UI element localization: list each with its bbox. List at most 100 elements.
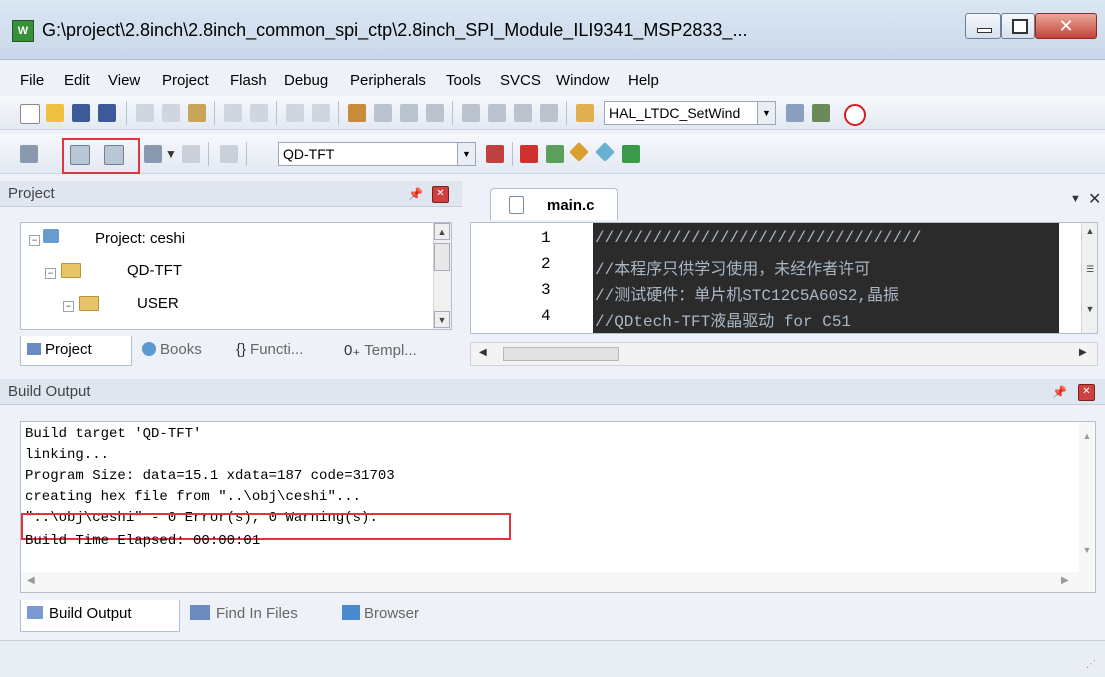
translate-icon[interactable] bbox=[20, 145, 38, 163]
download-icon[interactable] bbox=[220, 145, 238, 163]
tab-find-in-files[interactable]: Find In Files bbox=[184, 600, 304, 630]
menu-project[interactable]: Project bbox=[162, 72, 209, 89]
debug-session-icon[interactable] bbox=[812, 104, 830, 122]
scroll-up-icon[interactable]: ▲ bbox=[1079, 428, 1095, 445]
pack-installer-icon[interactable] bbox=[595, 142, 615, 162]
minimize-button[interactable] bbox=[965, 13, 1001, 39]
log-vscrollbar[interactable]: ▲ ▼ bbox=[1079, 422, 1095, 572]
build-output-log[interactable]: Build target 'QD-TFT' linking... Program… bbox=[20, 421, 1096, 593]
editor-vscrollbar[interactable]: ▲ ☰ ▼ bbox=[1081, 223, 1097, 333]
stop-build-icon[interactable] bbox=[182, 145, 200, 163]
incremental-find-icon[interactable] bbox=[786, 104, 804, 122]
collapse-toggle[interactable]: − bbox=[63, 301, 74, 312]
scroll-thumb[interactable] bbox=[434, 243, 450, 271]
tree-scrollbar[interactable]: ▲ ▼ bbox=[433, 223, 451, 329]
manage-project-items-icon[interactable] bbox=[546, 145, 564, 163]
close-button[interactable]: ✕ bbox=[1035, 13, 1097, 39]
tab-browser[interactable]: Browser bbox=[336, 600, 425, 630]
log-line: Build Time Elapsed: 00:00:01 bbox=[25, 533, 261, 549]
editor-hscrollbar[interactable]: ◀ ▶ bbox=[470, 342, 1098, 366]
chevron-down-icon[interactable]: ▼ bbox=[757, 102, 775, 124]
menu-peripherals[interactable]: Peripherals bbox=[350, 72, 426, 89]
title-bar[interactable]: W G:\project\2.8inch\2.8inch_common_spi_… bbox=[0, 0, 1105, 60]
code-line: //本程序只供学习使用，未经作者许可 bbox=[595, 261, 871, 279]
scroll-up-icon[interactable]: ▲ bbox=[1082, 223, 1097, 240]
chevron-down-icon[interactable]: ▼ bbox=[1070, 193, 1081, 205]
split-icon[interactable]: ☰ bbox=[1082, 261, 1097, 278]
next-bookmark-icon[interactable] bbox=[400, 104, 418, 122]
find-in-files-icon[interactable] bbox=[576, 104, 594, 122]
copy-icon[interactable] bbox=[162, 104, 180, 122]
magnify-icon[interactable] bbox=[844, 104, 866, 126]
pin-icon[interactable]: 📌 bbox=[408, 187, 423, 201]
scroll-down-icon[interactable]: ▼ bbox=[1082, 301, 1097, 318]
save-icon[interactable] bbox=[72, 104, 90, 122]
scroll-left-icon[interactable]: ◀ bbox=[27, 575, 35, 586]
scroll-left-icon[interactable]: ◀ bbox=[479, 347, 487, 358]
open-file-icon[interactable] bbox=[46, 104, 64, 122]
tab-build-output[interactable]: Build Output bbox=[20, 600, 180, 632]
close-panel-icon[interactable]: ✕ bbox=[432, 186, 449, 203]
clear-bookmarks-icon[interactable] bbox=[426, 104, 444, 122]
tab-project[interactable]: Project bbox=[20, 336, 132, 366]
paste-icon[interactable] bbox=[188, 104, 206, 122]
code-editor[interactable]: 1 2 3 4 ////////////////////////////////… bbox=[470, 222, 1098, 334]
chevron-down-icon[interactable]: ▼ bbox=[457, 143, 475, 165]
chevron-down-icon[interactable]: ▼ bbox=[165, 147, 177, 161]
new-file-icon[interactable] bbox=[20, 104, 40, 124]
bookmark-icon[interactable] bbox=[348, 104, 366, 122]
log-hscrollbar[interactable]: ◀ ▶ bbox=[21, 572, 1095, 592]
menu-help[interactable]: Help bbox=[628, 72, 659, 89]
target-options-icon[interactable] bbox=[486, 145, 504, 163]
cut-icon[interactable] bbox=[136, 104, 154, 122]
collapse-toggle[interactable]: − bbox=[45, 268, 56, 279]
menu-window[interactable]: Window bbox=[556, 72, 609, 89]
menu-file[interactable]: File bbox=[20, 72, 44, 89]
tree-item-user[interactable]: USER bbox=[137, 295, 179, 312]
scroll-thumb[interactable] bbox=[503, 347, 619, 361]
menu-debug[interactable]: Debug bbox=[284, 72, 328, 89]
tab-functions[interactable]: {} Functi... bbox=[230, 336, 309, 366]
scroll-up-icon[interactable]: ▲ bbox=[434, 223, 450, 240]
navigate-forward-icon[interactable] bbox=[312, 104, 330, 122]
pin-icon[interactable]: 📌 bbox=[1052, 385, 1067, 399]
tree-item-target[interactable]: QD-TFT bbox=[127, 262, 182, 279]
navigate-back-icon[interactable] bbox=[286, 104, 304, 122]
line-number: 3 bbox=[541, 281, 551, 299]
select-packs-icon[interactable] bbox=[569, 142, 589, 162]
close-icon[interactable]: ✕ bbox=[1088, 189, 1101, 209]
unindent-icon[interactable] bbox=[488, 104, 506, 122]
undo-icon[interactable] bbox=[224, 104, 242, 122]
tab-main-c[interactable]: main.c bbox=[490, 188, 618, 220]
menu-flash[interactable]: Flash bbox=[230, 72, 267, 89]
scroll-right-icon[interactable]: ▶ bbox=[1061, 575, 1069, 586]
prev-bookmark-icon[interactable] bbox=[374, 104, 392, 122]
menu-svcs[interactable]: SVCS bbox=[500, 72, 541, 89]
menu-edit[interactable]: Edit bbox=[64, 72, 90, 89]
find-combo[interactable]: HAL_LTDC_SetWind ▼ bbox=[604, 101, 776, 125]
tab-books[interactable]: Books bbox=[136, 336, 208, 366]
collapse-toggle[interactable]: − bbox=[29, 235, 40, 246]
maximize-button[interactable] bbox=[1001, 13, 1035, 39]
project-panel-header: Project bbox=[0, 181, 462, 207]
uncomment-icon[interactable] bbox=[540, 104, 558, 122]
redo-icon[interactable] bbox=[250, 104, 268, 122]
run-time-environment-icon[interactable] bbox=[622, 145, 640, 163]
scroll-down-icon[interactable]: ▼ bbox=[434, 311, 450, 328]
close-panel-icon[interactable]: ✕ bbox=[1078, 384, 1095, 401]
tab-templates[interactable]: 0₊ Templ... bbox=[338, 336, 423, 366]
comment-icon[interactable] bbox=[514, 104, 532, 122]
indent-icon[interactable] bbox=[462, 104, 480, 122]
scroll-right-icon[interactable]: ▶ bbox=[1079, 347, 1087, 358]
batch-build-icon[interactable] bbox=[144, 145, 162, 163]
menu-tools[interactable]: Tools bbox=[446, 72, 481, 89]
scroll-down-icon[interactable]: ▼ bbox=[1079, 542, 1095, 559]
tree-item-project[interactable]: Project: ceshi bbox=[95, 230, 185, 247]
resize-grip-icon[interactable]: ⋰ bbox=[1086, 659, 1096, 670]
save-all-icon[interactable] bbox=[98, 104, 116, 122]
manage-components-icon[interactable] bbox=[520, 145, 538, 163]
project-tree[interactable]: − Project: ceshi − QD-TFT − USER ▲ ▼ bbox=[20, 222, 452, 330]
menu-view[interactable]: View bbox=[108, 72, 140, 89]
target-combo[interactable]: QD-TFT ▼ bbox=[278, 142, 476, 166]
code-area[interactable]: ////////////////////////////////// //本程序… bbox=[593, 223, 1059, 333]
